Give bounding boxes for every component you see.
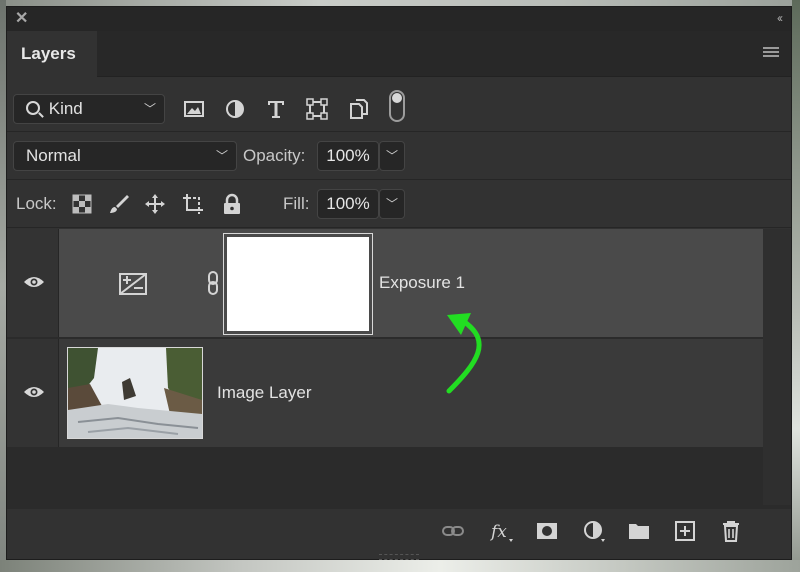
- link-mask-icon[interactable]: [206, 271, 220, 295]
- kind-filter-label: Kind: [48, 99, 83, 118]
- layers-footer-toolbar: fx: [7, 509, 791, 553]
- chevron-down-icon: ﹀: [143, 102, 156, 116]
- layers-scrollbar[interactable]: [763, 229, 791, 505]
- eye-icon: [23, 275, 45, 289]
- blend-mode-value: Normal: [26, 146, 81, 165]
- pixel-filter-icon[interactable]: [183, 98, 205, 120]
- svg-text:fx: fx: [489, 522, 507, 542]
- layer-row-image[interactable]: Image Layer: [7, 339, 763, 447]
- filter-row: Kind ﹀: [7, 84, 791, 132]
- background-photo-edge: [792, 0, 800, 572]
- shape-filter-icon[interactable]: [306, 98, 328, 120]
- close-icon[interactable]: ✕: [15, 10, 28, 28]
- panel-menu-icon[interactable]: [763, 47, 779, 59]
- opacity-input[interactable]: 100%: [317, 141, 379, 171]
- layer-name[interactable]: Exposure 1: [379, 273, 465, 293]
- blend-row: Normal ﹀ Opacity: 100% ﹀: [7, 132, 791, 180]
- eye-icon: [23, 385, 45, 399]
- visibility-toggle[interactable]: [7, 229, 59, 337]
- layer-mask-thumbnail[interactable]: [227, 237, 369, 331]
- smart-object-filter-icon[interactable]: [347, 98, 369, 120]
- artboard-lock-icon[interactable]: [182, 193, 204, 215]
- type-filter-icon[interactable]: [265, 98, 287, 120]
- lock-all-icon[interactable]: [221, 193, 243, 215]
- chevron-down-icon: ﹀: [215, 149, 228, 163]
- fill-label: Fill:: [283, 194, 310, 213]
- new-layer-icon[interactable]: [673, 519, 697, 543]
- trash-icon[interactable]: [719, 519, 743, 543]
- fill-input[interactable]: 100%: [317, 189, 379, 219]
- opacity-slider-button[interactable]: ﹀: [379, 141, 405, 171]
- link-layers-icon[interactable]: [441, 519, 465, 543]
- kind-filter-dropdown[interactable]: Kind ﹀: [13, 94, 165, 124]
- fill-slider-button[interactable]: ﹀: [379, 189, 405, 219]
- blend-mode-dropdown[interactable]: Normal ﹀: [13, 141, 237, 171]
- filter-toggle-switch[interactable]: [389, 90, 405, 122]
- layers-panel: ✕ ‹‹ Layers Kind ﹀ Normal ﹀ Opacity: 100…: [6, 6, 792, 560]
- collapse-icon[interactable]: ‹‹: [777, 10, 783, 26]
- brush-icon[interactable]: [108, 193, 130, 215]
- lock-label: Lock:: [16, 194, 57, 213]
- panel-titlebar: ✕ ‹‹: [7, 7, 791, 31]
- visibility-toggle[interactable]: [7, 339, 59, 447]
- adjustment-filter-icon[interactable]: [224, 98, 246, 120]
- tab-layers[interactable]: Layers: [7, 31, 97, 77]
- fx-effects-icon[interactable]: fx: [489, 519, 513, 543]
- resize-grip[interactable]: [379, 554, 419, 560]
- opacity-label: Opacity:: [243, 146, 306, 165]
- exposure-adjustment-icon[interactable]: [119, 273, 147, 295]
- layer-row-exposure[interactable]: Exposure 1: [7, 229, 763, 337]
- layer-name[interactable]: Image Layer: [217, 383, 312, 403]
- background-photo-edge: [0, 560, 800, 572]
- add-mask-icon[interactable]: [535, 519, 559, 543]
- move-icon[interactable]: [144, 193, 166, 215]
- search-icon: [26, 101, 40, 115]
- landscape-photo: [68, 348, 202, 438]
- lock-row: Lock: Fill: 100% ﹀: [7, 180, 791, 228]
- layer-thumbnail[interactable]: [67, 347, 203, 439]
- annotation-arrow: [437, 305, 493, 397]
- panel-tab-row: Layers: [7, 31, 791, 77]
- new-group-folder-icon[interactable]: [627, 519, 651, 543]
- new-adjustment-layer-icon[interactable]: [582, 519, 606, 543]
- lock-transparent-pixels-icon[interactable]: [71, 193, 93, 215]
